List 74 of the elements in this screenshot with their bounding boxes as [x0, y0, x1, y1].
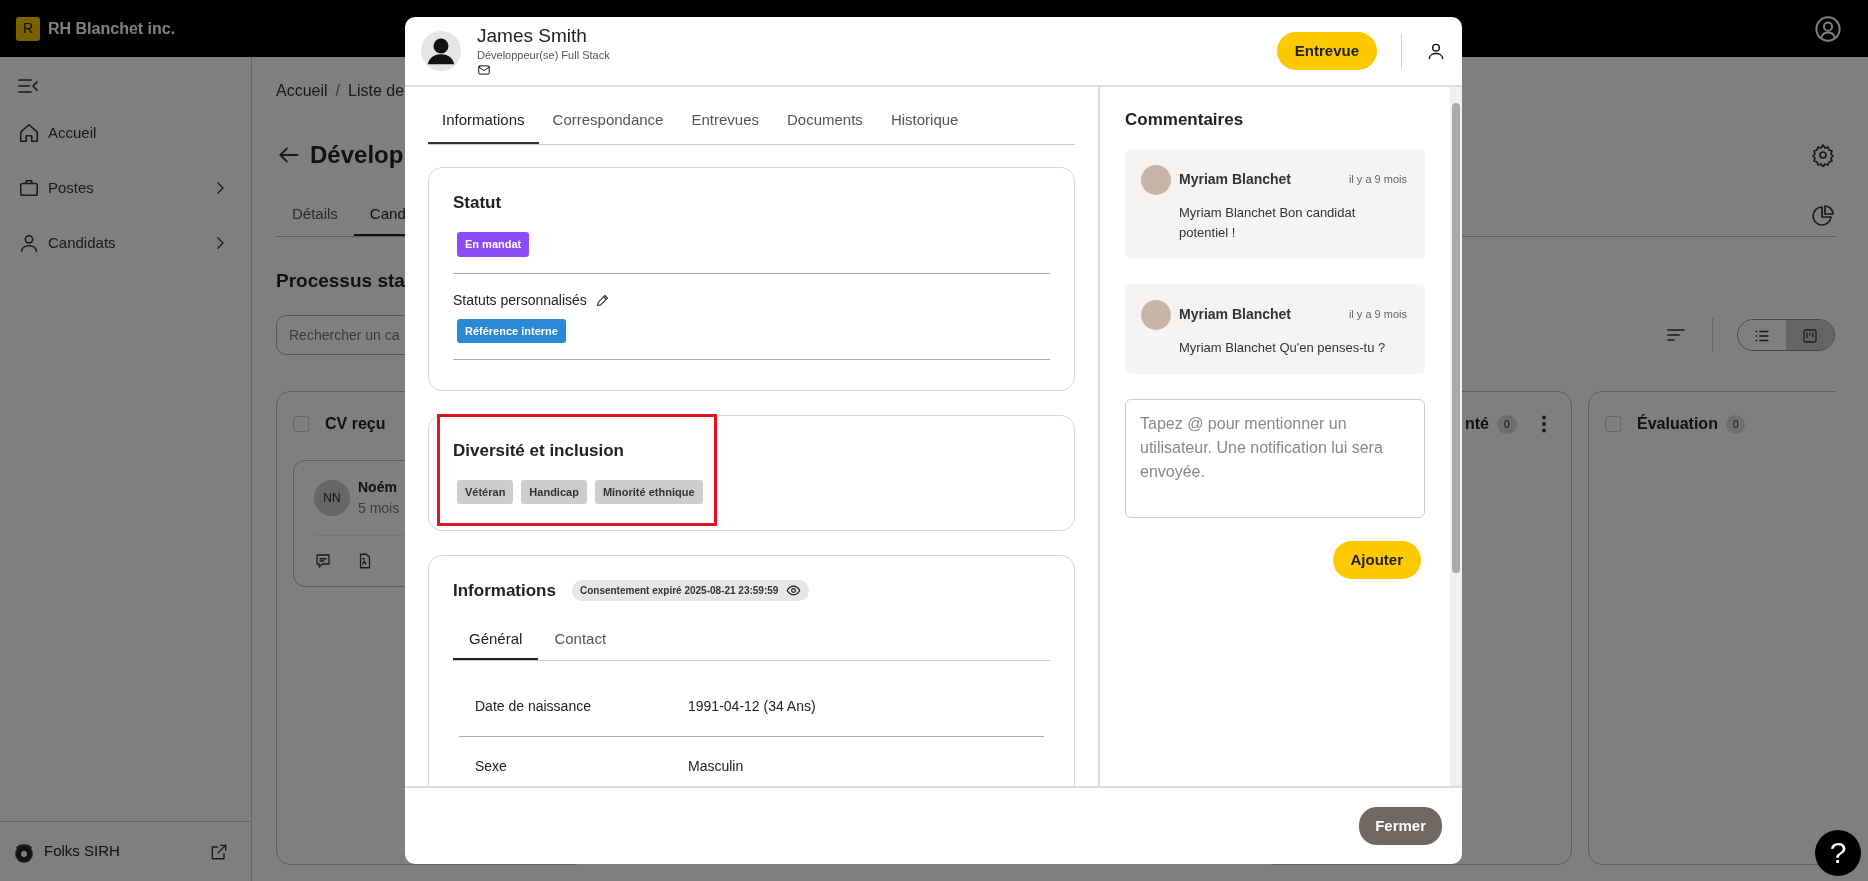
- tab[interactable]: Documents: [773, 99, 877, 144]
- candidate-name: James Smith: [477, 24, 588, 47]
- sidebar-item[interactable]: Candidats: [0, 215, 251, 271]
- field-value: 1991-04-12 (34 Ans): [688, 697, 816, 716]
- comment-text: Myriam Blanchet Qu'en penses-tu ?: [1179, 338, 1387, 357]
- field-label: Date de naissance: [475, 697, 592, 716]
- logo-icon: R: [16, 16, 40, 41]
- person-silhouette-icon: [421, 31, 461, 71]
- comment-author: Myriam Blanchet: [1179, 305, 1292, 324]
- section-title: Processus sta: [276, 268, 405, 293]
- consent-text: Consentement expiré 2025-08-21 23:59:59: [579, 584, 779, 599]
- company-name: RH Blanchet inc.: [48, 18, 176, 39]
- comment-field[interactable]: Tapez @ pour mentionner un utilisateur. Une notification lui sera envoyée.: [1125, 398, 1425, 518]
- candidate-name: Noém: [358, 478, 398, 497]
- board-view-button[interactable]: [1786, 320, 1834, 350]
- card-title: Diversité et inclusion: [453, 440, 625, 462]
- pie-chart-icon[interactable]: [1811, 203, 1835, 228]
- comment-time: il y a 9 mois: [1348, 307, 1407, 323]
- page-tab[interactable]: Détails: [276, 195, 354, 236]
- scrollbar[interactable]: [1450, 87, 1462, 786]
- board-icon: [1801, 327, 1819, 345]
- home-icon: [18, 122, 40, 145]
- comment-author: Myriam Blanchet: [1179, 170, 1292, 189]
- comment-icon[interactable]: [314, 552, 332, 570]
- breadcrumb-item[interactable]: Accueil: [276, 79, 328, 103]
- card-title: Informations: [453, 580, 556, 602]
- user-circle-icon[interactable]: [1814, 14, 1842, 43]
- diversity-tag: Minorité ethnique: [594, 479, 703, 504]
- column-title: Évaluation: [1637, 413, 1718, 434]
- settings-icon[interactable]: [1811, 143, 1835, 167]
- card-title: Statut: [453, 191, 503, 214]
- column-title: CV reçu: [325, 414, 386, 434]
- interview-button[interactable]: Entrevue: [1276, 31, 1377, 71]
- add-button[interactable]: Ajouter: [1332, 540, 1421, 579]
- field-value: Masculin: [688, 757, 744, 776]
- view-toggle[interactable]: [1737, 319, 1835, 351]
- sidebar-item[interactable]: Accueil: [0, 105, 251, 161]
- avatar-photo-placeholder: [1141, 299, 1171, 330]
- eye-icon[interactable]: [786, 583, 802, 599]
- person-icon[interactable]: [1426, 41, 1446, 61]
- tab[interactable]: Correspondance: [538, 99, 678, 144]
- column-title: nté: [1465, 414, 1489, 434]
- avatar-photo-placeholder: [1141, 164, 1171, 195]
- sidebar-item[interactable]: Postes: [0, 160, 251, 216]
- tab[interactable]: Général: [453, 619, 539, 660]
- tab[interactable]: Contact: [538, 619, 623, 660]
- comment-time: il y a 9 mois: [1348, 172, 1407, 188]
- initials-avatar: NN: [314, 480, 350, 516]
- count-badge: 0: [1497, 414, 1517, 434]
- breadcrumb-item[interactable]: Liste de: [348, 79, 405, 103]
- diversity-tag: Handicap: [521, 479, 587, 504]
- envelope-icon[interactable]: [477, 63, 491, 78]
- field-label: Sexe: [475, 757, 508, 776]
- comment-text: Myriam Blanchet Bon candidat potentiel !: [1179, 203, 1357, 242]
- custom-status-tag: Référence interne: [457, 318, 566, 343]
- tab[interactable]: Historique: [876, 99, 973, 144]
- tab[interactable]: Informations: [428, 99, 539, 144]
- page-title: Dévelop: [310, 140, 404, 170]
- status-tag: En mandat: [457, 232, 530, 257]
- field-label: Statuts personnalisés: [453, 290, 587, 310]
- breadcrumb-separator: /: [335, 81, 341, 101]
- comments-title: Commentaires: [1125, 109, 1245, 131]
- footer-label: Folks SIRH: [44, 841, 120, 862]
- person-icon: [18, 232, 40, 255]
- diversity-tag: Vétéran: [457, 479, 514, 504]
- help-button[interactable]: ?: [1815, 830, 1861, 876]
- candidate-time: 5 mois: [358, 499, 400, 518]
- column-checkbox[interactable]: [293, 416, 309, 432]
- column-checkbox[interactable]: [1605, 416, 1621, 432]
- close-button[interactable]: Fermer: [1359, 806, 1442, 846]
- candidate-role: Développeur(se) Full Stack: [477, 47, 610, 63]
- count-badge: 0: [1725, 414, 1746, 434]
- pencil-icon[interactable]: [594, 292, 610, 308]
- tab[interactable]: Entrevues: [677, 99, 773, 144]
